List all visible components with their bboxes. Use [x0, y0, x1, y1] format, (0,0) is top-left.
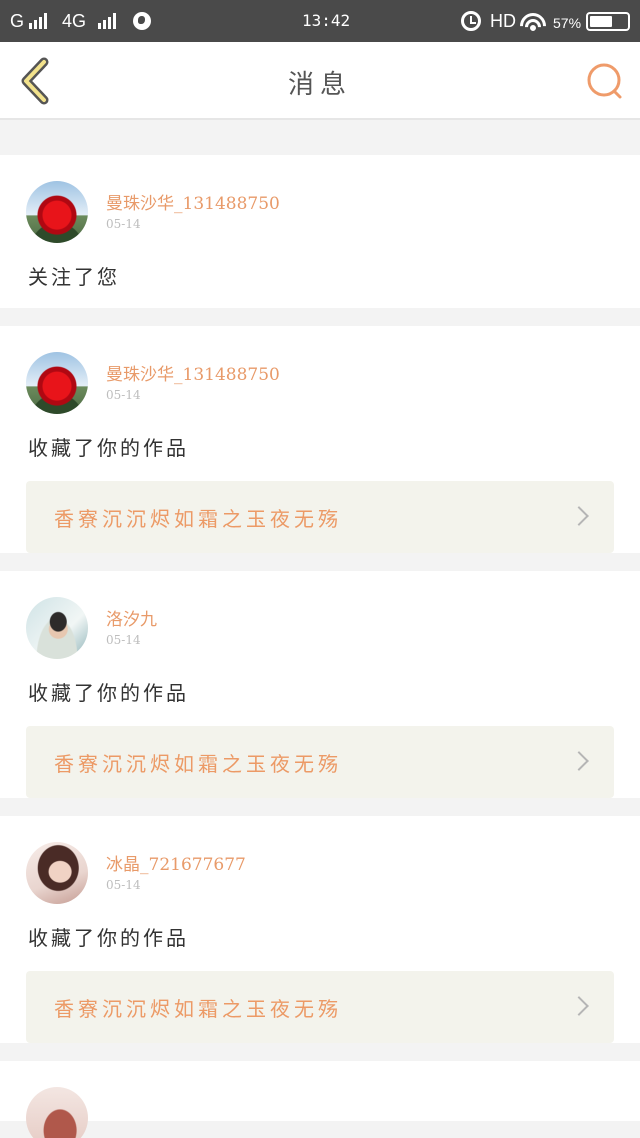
battery-percent: 57% [553, 15, 582, 31]
search-icon [587, 63, 622, 99]
username[interactable]: 曼珠沙华_131488750 [106, 189, 280, 214]
username[interactable]: 曼珠沙华_131488750 [106, 360, 280, 385]
message-action: 关注了您 [28, 265, 120, 289]
network-label: 4G [62, 11, 87, 31]
message-card [0, 1061, 640, 1138]
nav-bar: 消息 [0, 42, 640, 120]
globe-icon [133, 12, 151, 30]
message-action: 收藏了你的作品 [28, 926, 189, 950]
signal-icon [98, 13, 116, 29]
hd-label: HD [490, 11, 516, 31]
battery-icon [586, 12, 630, 31]
message-list: 曼珠沙华_131488750 05-14 关注了您 曼珠沙华_131488750… [0, 155, 640, 1138]
chevron-right-icon [569, 996, 589, 1016]
message-card: 曼珠沙华_131488750 05-14 关注了您 [0, 155, 640, 308]
work-title: 香寮沉沉烬如霜之玉夜无殇 [54, 752, 342, 776]
message-date: 05-14 [106, 633, 141, 647]
chevron-right-icon [569, 506, 589, 526]
status-bar: G 4G 13:42 HD 57% [0, 0, 640, 42]
message-date: 05-14 [106, 878, 141, 892]
carrier-label: G [10, 11, 25, 31]
message-header: 冰晶_721677677 05-14 [26, 842, 614, 904]
message-header: 洛汐九 05-14 [26, 597, 614, 659]
work-link[interactable]: 香寮沉沉烬如霜之玉夜无殇 [26, 971, 614, 1043]
message-action: 收藏了你的作品 [28, 436, 189, 460]
username[interactable]: 冰晶_721677677 [106, 850, 246, 875]
avatar[interactable] [26, 597, 88, 659]
page-title: 消息 [287, 70, 352, 100]
avatar[interactable] [26, 1087, 88, 1138]
work-title: 香寮沉沉烬如霜之玉夜无殇 [54, 507, 342, 531]
avatar[interactable] [26, 181, 88, 243]
message-action: 收藏了你的作品 [28, 681, 189, 705]
message-card: 洛汐九 05-14 收藏了你的作品 香寮沉沉烬如霜之玉夜无殇 [0, 571, 640, 798]
message-date: 05-14 [106, 217, 141, 231]
chevron-right-icon [569, 751, 589, 771]
username[interactable]: 洛汐九 [106, 605, 157, 630]
message-card: 曼珠沙华_131488750 05-14 收藏了你的作品 香寮沉沉烬如霜之玉夜无… [0, 326, 640, 553]
message-date: 05-14 [106, 388, 141, 402]
work-link[interactable]: 香寮沉沉烬如霜之玉夜无殇 [26, 726, 614, 798]
search-button[interactable] [584, 60, 626, 102]
avatar[interactable] [26, 352, 88, 414]
alarm-icon [461, 11, 481, 31]
clock: 13:42 [302, 11, 351, 30]
wifi-icon [520, 11, 546, 31]
work-title: 香寮沉沉烬如霜之玉夜无殇 [54, 997, 342, 1021]
avatar[interactable] [26, 842, 88, 904]
work-link[interactable]: 香寮沉沉烬如霜之玉夜无殇 [26, 481, 614, 553]
message-header [26, 1087, 614, 1138]
message-header: 曼珠沙华_131488750 05-14 [26, 352, 614, 414]
signal-icon [29, 13, 47, 29]
message-card: 冰晶_721677677 05-14 收藏了你的作品 香寮沉沉烬如霜之玉夜无殇 [0, 816, 640, 1043]
message-header: 曼珠沙华_131488750 05-14 [26, 181, 614, 243]
